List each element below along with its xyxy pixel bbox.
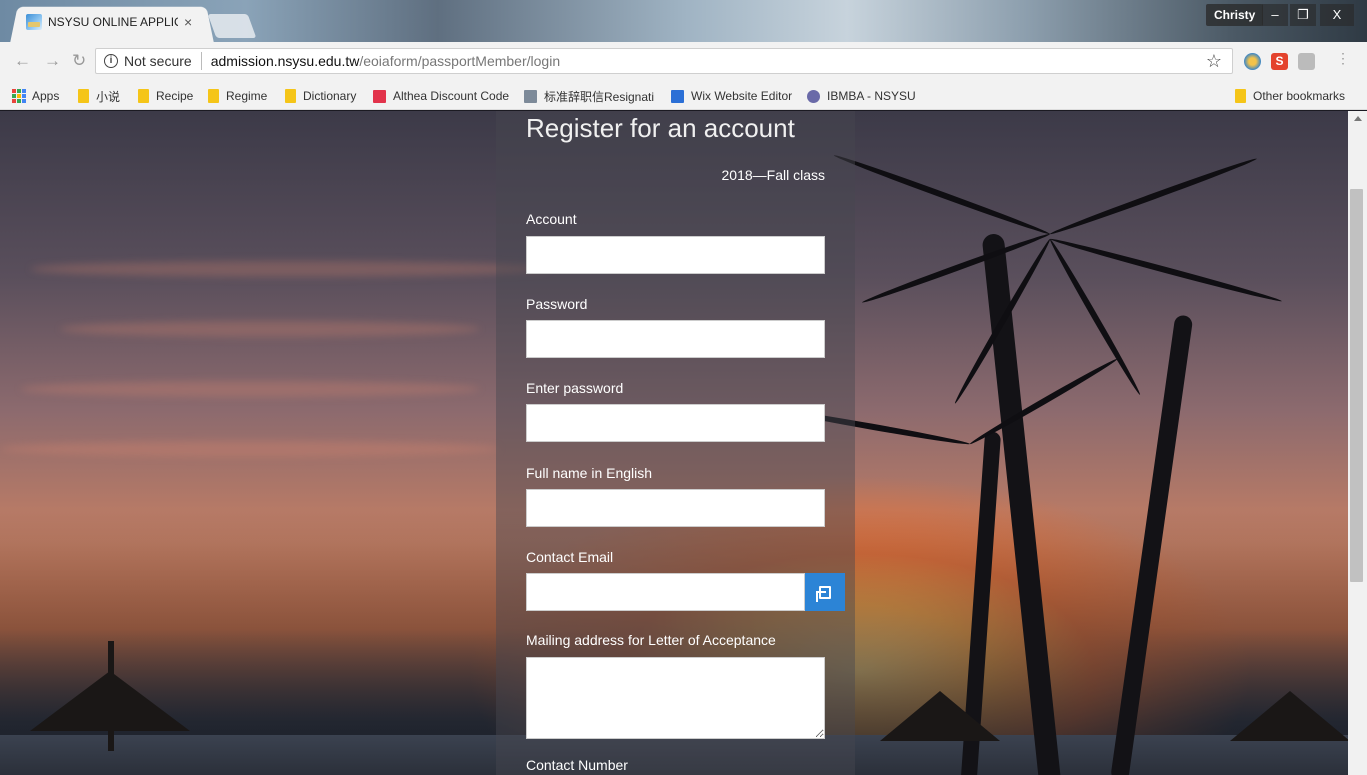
- scrollbar-thumb[interactable]: [1350, 189, 1363, 582]
- tab-close-icon[interactable]: ×: [184, 14, 192, 30]
- minimize-button[interactable]: –: [1262, 4, 1288, 26]
- email-input[interactable]: [526, 573, 805, 611]
- close-window-button[interactable]: X: [1320, 4, 1354, 26]
- bookmark-folder[interactable]: Regime: [208, 87, 267, 105]
- other-bookmarks[interactable]: Other bookmarks: [1235, 87, 1345, 105]
- globe-icon: [807, 89, 820, 103]
- beach-umbrella: [880, 691, 1000, 741]
- folder-icon: [1235, 89, 1246, 103]
- bookmark-site[interactable]: Althea Discount Code: [373, 87, 513, 105]
- forward-arrow-icon[interactable]: →: [44, 51, 61, 71]
- bookmark-folder[interactable]: Dictionary: [285, 87, 356, 105]
- extension-pdf-icon[interactable]: [1298, 53, 1315, 70]
- bookmark-label: Dictionary: [303, 89, 357, 103]
- email-label: Contact Email: [526, 549, 614, 565]
- email-addon-button[interactable]: [805, 573, 845, 611]
- folder-icon: [138, 89, 149, 103]
- profile-button[interactable]: Christy: [1206, 4, 1264, 26]
- cloud: [0, 441, 500, 457]
- palm-frond: [968, 356, 1119, 447]
- folder-icon: [78, 89, 89, 103]
- bookmark-site[interactable]: 标准辞职信Resignati: [524, 87, 658, 105]
- extension-s-icon[interactable]: S: [1271, 53, 1288, 70]
- address-textarea[interactable]: [526, 657, 825, 739]
- folder-icon: [208, 89, 219, 103]
- contact-number-label: Contact Number: [526, 757, 628, 773]
- palm-frond: [832, 152, 1052, 237]
- beach-umbrella: [1230, 691, 1348, 741]
- bookmark-site[interactable]: Wix Website Editor: [671, 87, 792, 105]
- bookmark-folder[interactable]: 小说: [78, 87, 120, 105]
- cloud: [20, 381, 480, 397]
- palm-frond: [861, 231, 1052, 306]
- account-input[interactable]: [526, 236, 825, 274]
- copy-icon: [816, 585, 831, 602]
- info-icon[interactable]: i: [104, 54, 118, 68]
- bookmark-apps[interactable]: Apps: [12, 87, 59, 105]
- account-label: Account: [526, 211, 577, 227]
- bookmarks-bar: Apps 小说 Recipe Regime Dictionary Althea …: [0, 80, 1367, 110]
- reload-icon[interactable]: ↻: [72, 51, 86, 71]
- bookmark-label: 标准辞职信Resignati: [544, 89, 655, 104]
- bookmark-label: IBMBA - NSYSU: [827, 89, 916, 103]
- form-title: Register for an account: [526, 113, 795, 143]
- address-bar[interactable]: i Not secure admission.nsysu.edu.tw /eoi…: [95, 48, 1233, 74]
- bookmark-label: Other bookmarks: [1253, 89, 1346, 103]
- browser-titlebar: NSYSU ONLINE APPLICA × Christy – ❐ X: [0, 0, 1367, 43]
- folder-icon: [285, 89, 296, 103]
- bookmark-label: Althea Discount Code: [393, 89, 510, 103]
- full-name-input[interactable]: [526, 489, 825, 527]
- bookmark-label: Wix Website Editor: [691, 89, 793, 103]
- confirm-password-input[interactable]: [526, 404, 825, 442]
- address-label: Mailing address for Letter of Acceptance: [526, 632, 776, 648]
- site-favicon: [373, 89, 386, 103]
- browser-toolbar: ← → ↻ i Not secure admission.nsysu.edu.t…: [0, 42, 1367, 80]
- menu-kebab-icon[interactable]: ⋮: [1336, 50, 1350, 67]
- bookmark-label: Regime: [226, 89, 268, 103]
- full-name-label: Full name in English: [526, 465, 653, 481]
- register-form: Register for an account 2018—Fall class …: [496, 111, 855, 775]
- tab-content[interactable]: NSYSU ONLINE APPLICA ×: [26, 10, 192, 34]
- bookmark-label: Recipe: [156, 89, 194, 103]
- url-path: /eoiaform/passportMember/login: [359, 53, 561, 69]
- enter-password-label: Enter password: [526, 380, 624, 396]
- bookmark-folder[interactable]: Recipe: [138, 87, 193, 105]
- nsysu-favicon-icon: [26, 14, 42, 30]
- palm-trunk: [1110, 314, 1194, 775]
- url-separator: [200, 52, 202, 70]
- back-arrow-icon[interactable]: ←: [14, 51, 31, 71]
- page-scrollbar[interactable]: [1348, 111, 1367, 775]
- class-label: 2018—Fall class: [721, 167, 826, 183]
- bookmark-label: 小说: [96, 89, 121, 104]
- password-input[interactable]: [526, 320, 825, 358]
- cloud: [30, 261, 550, 277]
- password-label: Password: [526, 296, 588, 312]
- cloud: [60, 321, 480, 337]
- site-favicon: [524, 89, 537, 103]
- bookmark-site[interactable]: IBMBA - NSYSU: [807, 87, 916, 105]
- bookmark-label: Apps: [32, 89, 60, 103]
- url-host: admission.nsysu.edu.tw: [210, 53, 360, 69]
- new-tab-button[interactable]: [207, 14, 257, 38]
- restore-button[interactable]: ❐: [1290, 4, 1316, 26]
- tab-title: NSYSU ONLINE APPLICA: [48, 15, 178, 29]
- palm-frond: [1048, 155, 1258, 237]
- bookmark-star-icon[interactable]: ☆: [1206, 51, 1222, 72]
- security-label: Not secure: [124, 53, 192, 69]
- wix-favicon: [671, 89, 684, 103]
- apps-grid-icon: [12, 89, 26, 103]
- beach-umbrella-pole: [108, 641, 114, 751]
- scroll-up-arrow-icon[interactable]: [1354, 116, 1362, 121]
- extension-icon[interactable]: [1244, 53, 1261, 70]
